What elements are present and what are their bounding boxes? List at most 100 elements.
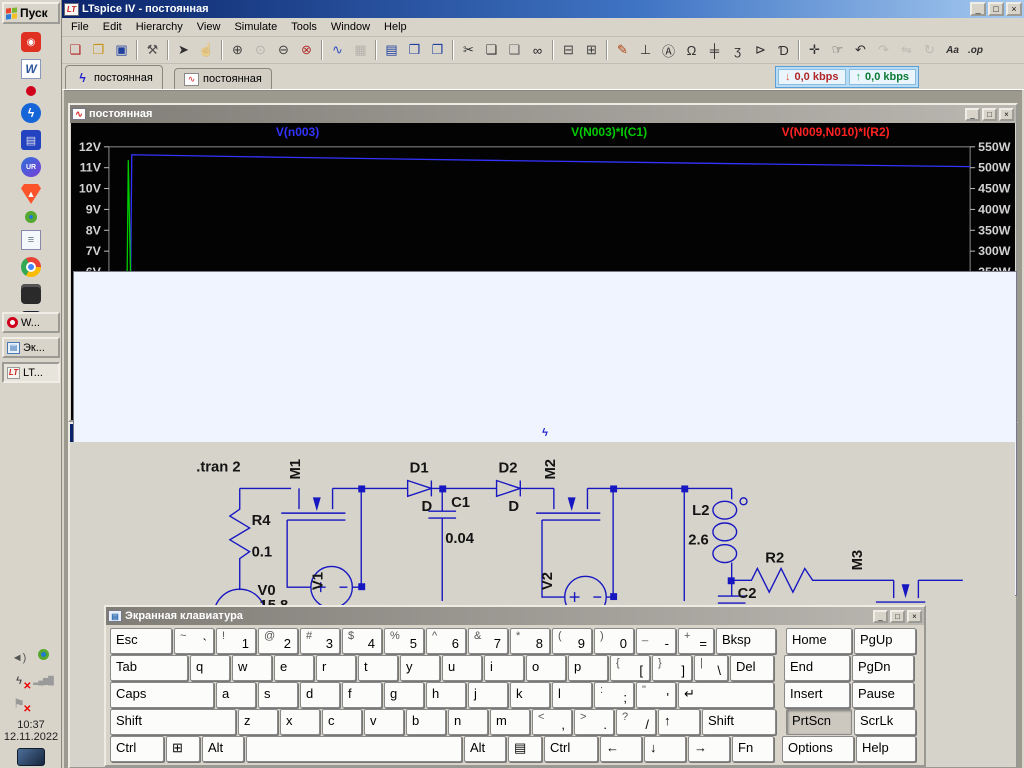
- draw-wire-icon[interactable]: ✎: [611, 39, 634, 61]
- key-Enter[interactable]: ↵: [678, 682, 774, 708]
- key-ArrowDown[interactable]: ↓: [644, 736, 686, 762]
- key-.[interactable]: >.: [574, 709, 614, 735]
- key-r[interactable]: r: [316, 655, 356, 681]
- title-bar[interactable]: LT LTspice IV - постоянная _ □ ×: [62, 0, 1024, 18]
- key-\[interactable]: |\: [694, 655, 728, 681]
- key-=[interactable]: +=: [678, 628, 714, 654]
- key-9[interactable]: (9: [552, 628, 592, 654]
- key-ScrLk[interactable]: ScrLk: [854, 709, 916, 735]
- key-`[interactable]: ~`: [174, 628, 214, 654]
- component-icon[interactable]: Ɗ: [772, 39, 795, 61]
- key-Menu[interactable]: ▤: [508, 736, 542, 762]
- key-Options[interactable]: Options: [782, 736, 854, 762]
- quick-launch-camera-icon[interactable]: [21, 284, 41, 304]
- print-icon[interactable]: ⊞: [580, 39, 603, 61]
- quick-launch-word-icon[interactable]: W: [21, 59, 41, 79]
- key-7[interactable]: &7: [468, 628, 508, 654]
- menu-edit[interactable]: Edit: [96, 19, 129, 35]
- key-h[interactable]: h: [426, 682, 466, 708]
- key-RShift[interactable]: Shift: [702, 709, 776, 735]
- resistor-icon[interactable]: Ω: [680, 39, 703, 61]
- key-;[interactable]: :;: [594, 682, 634, 708]
- key-b[interactable]: b: [406, 709, 446, 735]
- menu-tools[interactable]: Tools: [284, 19, 324, 35]
- diode-icon[interactable]: ⊳: [749, 39, 772, 61]
- key-Help[interactable]: Help: [856, 736, 916, 762]
- key-6[interactable]: ^6: [426, 628, 466, 654]
- key-Home[interactable]: Home: [786, 628, 852, 654]
- key-Ctrl[interactable]: Ctrl: [110, 736, 164, 762]
- key-2[interactable]: @2: [258, 628, 298, 654]
- key-'[interactable]: "': [636, 682, 676, 708]
- close-button[interactable]: ×: [1006, 2, 1022, 16]
- key-l[interactable]: l: [552, 682, 592, 708]
- new-schematic-icon[interactable]: ❏: [64, 39, 87, 61]
- text-icon[interactable]: Aa: [941, 39, 964, 61]
- key-,[interactable]: <,: [532, 709, 572, 735]
- quick-launch-brave-icon[interactable]: ▲: [21, 184, 41, 204]
- key-t[interactable]: t: [358, 655, 398, 681]
- menu-file[interactable]: File: [64, 19, 96, 35]
- key-c[interactable]: c: [322, 709, 362, 735]
- cascade-windows-icon[interactable]: ❒: [403, 39, 426, 61]
- key-d[interactable]: d: [300, 682, 340, 708]
- menu-simulate[interactable]: Simulate: [227, 19, 284, 35]
- key-Esc[interactable]: Esc: [110, 628, 172, 654]
- schematic-title-bar[interactable]: ϟ постоянная _ □ ×: [70, 424, 1016, 442]
- key-k[interactable]: k: [510, 682, 550, 708]
- zoom-in-icon[interactable]: ⊕: [226, 39, 249, 61]
- minimize-button[interactable]: _: [970, 2, 986, 16]
- key-Win[interactable]: ⊞: [166, 736, 200, 762]
- cut-icon[interactable]: ✂: [457, 39, 480, 61]
- find-icon[interactable]: ∞: [526, 39, 549, 61]
- keyboard-title-bar[interactable]: ▤ Экранная клавиатура _ □ ×: [106, 607, 924, 625]
- close-button[interactable]: ×: [999, 108, 1014, 121]
- no-network-icon[interactable]: ϟ✕: [11, 672, 28, 689]
- waveform-title-bar[interactable]: ∿ постоянная _ □ ×: [70, 105, 1016, 123]
- capacitor-icon[interactable]: ╪: [703, 39, 726, 61]
- offline-flag-icon[interactable]: ⚑✕: [11, 695, 28, 712]
- key-i[interactable]: i: [484, 655, 524, 681]
- spice-directive-icon[interactable]: .op: [964, 39, 987, 61]
- ground-icon[interactable]: ⊥: [634, 39, 657, 61]
- key-Del[interactable]: Del: [730, 655, 774, 681]
- key-Insert[interactable]: Insert: [784, 682, 850, 708]
- recorder-icon[interactable]: [38, 649, 49, 660]
- key-Fn[interactable]: Fn: [732, 736, 774, 762]
- directive-tran[interactable]: .tran 2: [196, 460, 240, 476]
- restore-button[interactable]: □: [982, 108, 997, 121]
- key-ArrowUp[interactable]: ↑: [658, 709, 700, 735]
- key-v[interactable]: v: [364, 709, 404, 735]
- key-1[interactable]: !1: [216, 628, 256, 654]
- key-PgUp[interactable]: PgUp: [854, 628, 916, 654]
- minimize-button[interactable]: _: [965, 108, 980, 121]
- key-0[interactable]: )0: [594, 628, 634, 654]
- inductor-icon[interactable]: ʒ: [726, 39, 749, 61]
- quick-launch-recorder-icon[interactable]: [25, 211, 37, 223]
- drag-icon[interactable]: ☞: [826, 39, 849, 61]
- key-z[interactable]: z: [238, 709, 278, 735]
- show-desktop-button[interactable]: [17, 748, 45, 766]
- key--[interactable]: _-: [636, 628, 676, 654]
- quick-launch-opera-icon[interactable]: [26, 86, 36, 96]
- quick-launch-save-blue-icon[interactable]: ▤: [21, 130, 41, 150]
- run-icon[interactable]: ➤: [172, 39, 195, 61]
- key-ArrowLeft[interactable]: ←: [600, 736, 642, 762]
- key-][interactable]: }]: [652, 655, 692, 681]
- copy-icon[interactable]: ❏: [480, 39, 503, 61]
- control-panel-icon[interactable]: ⚒: [141, 39, 164, 61]
- quick-launch-app-red-icon[interactable]: ◉: [21, 32, 41, 52]
- move-icon[interactable]: ✛: [803, 39, 826, 61]
- menu-view[interactable]: View: [190, 19, 228, 35]
- signal-icon[interactable]: ▂▄▆█: [35, 672, 52, 689]
- key-/[interactable]: ?/: [616, 709, 656, 735]
- key-n[interactable]: n: [448, 709, 488, 735]
- menu-help[interactable]: Help: [377, 19, 414, 35]
- key-8[interactable]: *8: [510, 628, 550, 654]
- key-o[interactable]: o: [526, 655, 566, 681]
- key-4[interactable]: $4: [342, 628, 382, 654]
- key-Bksp[interactable]: Bksp: [716, 628, 776, 654]
- key-f[interactable]: f: [342, 682, 382, 708]
- key-e[interactable]: e: [274, 655, 314, 681]
- key-3[interactable]: #3: [300, 628, 340, 654]
